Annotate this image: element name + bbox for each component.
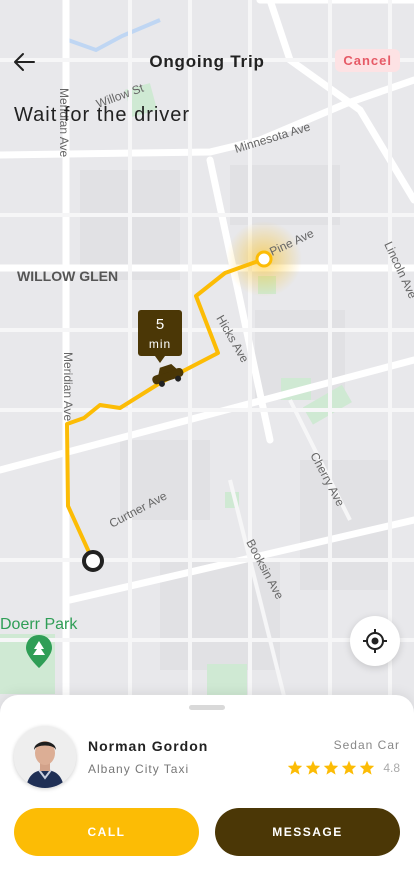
cancel-button[interactable]: Cancel (335, 49, 400, 72)
driver-sheet: Norman Gordon Albany City Taxi Sedan Car… (0, 695, 414, 896)
drag-handle[interactable] (189, 705, 225, 710)
eta-badge: 5 min (138, 310, 182, 363)
rating: 4.8 (287, 760, 400, 775)
star-icon (288, 760, 303, 775)
top-bar: Ongoing Trip Cancel (0, 0, 414, 90)
destination-pin (255, 250, 273, 268)
star-icon (324, 760, 339, 775)
call-button[interactable]: CALL (14, 808, 199, 856)
crosshair-icon (363, 629, 387, 653)
map-label-minnesota-ave: Minnesota Ave (233, 119, 312, 155)
star-icon (342, 760, 357, 775)
map-label-willow-glen: WILLOW GLEN (17, 268, 118, 284)
rating-value: 4.8 (383, 760, 400, 775)
star-icon (360, 760, 375, 775)
eta-value: 5 (155, 316, 165, 333)
avatar (14, 726, 76, 788)
message-button[interactable]: MESSAGE (215, 808, 400, 856)
map-label-doerr-park: Doerr Park (0, 616, 78, 633)
origin-pin (82, 550, 104, 572)
driver-company: Albany City Taxi (88, 762, 190, 776)
star-icon (306, 760, 321, 775)
status-heading: Wait for the driver (14, 104, 191, 126)
driver-name: Norman Gordon (88, 738, 209, 754)
driver-photo (14, 726, 76, 788)
eta-unit: min (148, 337, 172, 351)
locate-button[interactable] (350, 616, 400, 666)
car-type: Sedan Car (333, 738, 400, 752)
map-label-meridian-ave-bottom: Meridian Ave (61, 352, 75, 421)
